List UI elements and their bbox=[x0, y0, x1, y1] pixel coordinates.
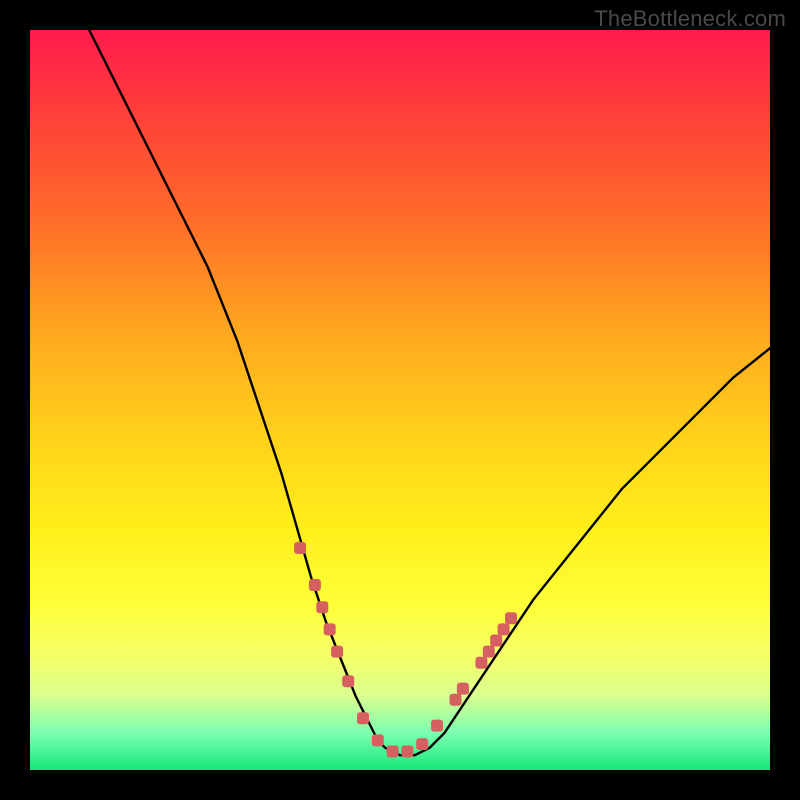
marker-point bbox=[416, 738, 428, 750]
marker-point bbox=[505, 612, 517, 624]
marker-point bbox=[498, 623, 510, 635]
marker-point bbox=[324, 623, 336, 635]
watermark-text: TheBottleneck.com bbox=[594, 6, 786, 32]
marker-point bbox=[387, 746, 399, 758]
marker-point bbox=[483, 646, 495, 658]
marker-point bbox=[357, 712, 369, 724]
plot-area bbox=[30, 30, 770, 770]
marker-point bbox=[457, 683, 469, 695]
marker-point bbox=[372, 734, 384, 746]
chart-frame: TheBottleneck.com bbox=[0, 0, 800, 800]
marker-point bbox=[342, 675, 354, 687]
marker-point bbox=[450, 694, 462, 706]
marker-group bbox=[294, 542, 517, 758]
marker-point bbox=[331, 646, 343, 658]
marker-point bbox=[309, 579, 321, 591]
marker-point bbox=[490, 635, 502, 647]
marker-point bbox=[401, 746, 413, 758]
marker-point bbox=[294, 542, 306, 554]
marker-point bbox=[431, 720, 443, 732]
marker-point bbox=[316, 601, 328, 613]
marker-point bbox=[475, 657, 487, 669]
chart-svg bbox=[30, 30, 770, 770]
bottleneck-curve bbox=[89, 30, 770, 755]
